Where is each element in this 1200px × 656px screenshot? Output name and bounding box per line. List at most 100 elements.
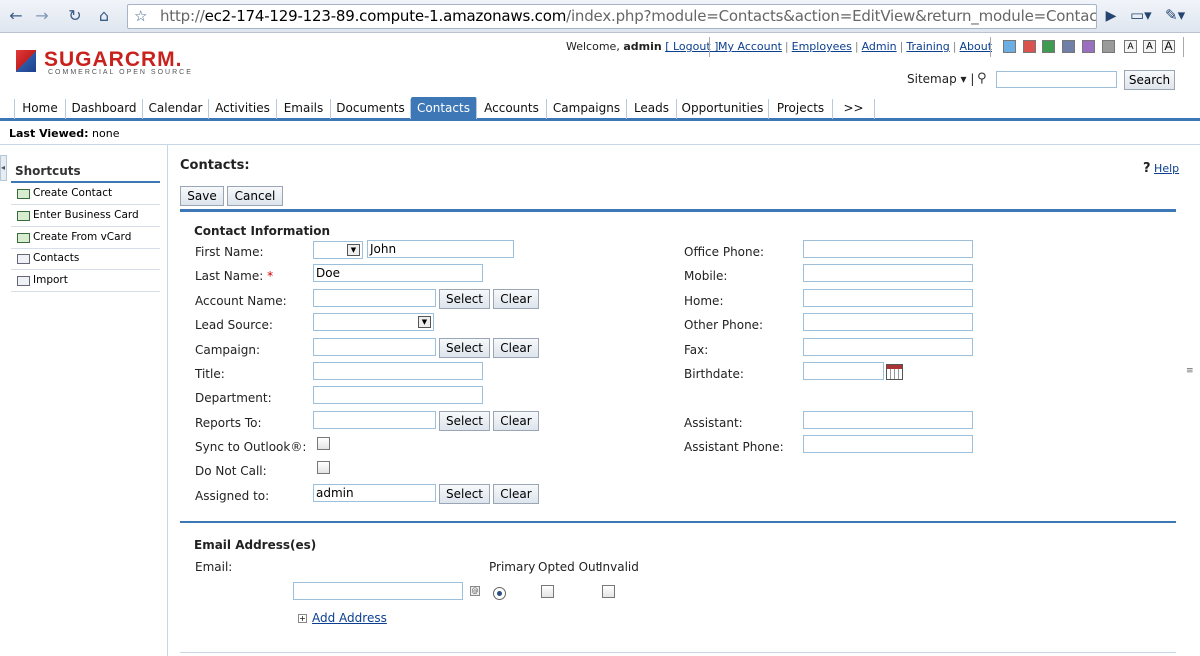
account-clear-button[interactable]: Clear <box>493 289 539 309</box>
last-name-input[interactable]: Doe <box>313 264 483 282</box>
primary-column-label: Primary <box>489 560 536 574</box>
shortcut-contacts[interactable]: Contacts <box>11 248 160 270</box>
tab-calendar[interactable]: Calendar <box>143 99 209 119</box>
birthdate-label: Birthdate: <box>684 367 744 381</box>
other-phone-input[interactable] <box>803 313 973 331</box>
add-address-link[interactable]: + Add Address <box>298 611 387 625</box>
campaign-input[interactable] <box>313 338 436 356</box>
salutation-select[interactable]: ▼ <box>313 241 363 259</box>
invalid-column-label: Invalid <box>599 560 639 574</box>
reports-to-input[interactable] <box>313 411 436 429</box>
divider <box>709 37 710 57</box>
email-input[interactable] <box>293 582 463 600</box>
remove-email-icon[interactable]: @ <box>470 586 480 596</box>
my-account-link[interactable]: My Account <box>718 40 782 53</box>
shortcut-import[interactable]: Import <box>11 270 160 292</box>
font-medium-button[interactable]: A <box>1143 40 1156 53</box>
contact-information-heading: Contact Information <box>194 224 331 238</box>
fax-input[interactable] <box>803 338 973 356</box>
save-button[interactable]: Save <box>180 186 224 206</box>
training-link[interactable]: Training <box>906 40 949 53</box>
assistant-phone-input[interactable] <box>803 435 973 453</box>
calendar-icon[interactable] <box>886 364 903 380</box>
title-label: Title: <box>195 367 225 381</box>
tab-documents[interactable]: Documents <box>331 99 411 119</box>
assigned-to-input[interactable]: admin <box>313 484 436 502</box>
title-input[interactable] <box>313 362 483 380</box>
tab-activities[interactable]: Activities <box>209 99 277 119</box>
other-phone-label: Other Phone: <box>684 318 764 332</box>
about-link[interactable]: About <box>959 40 992 53</box>
top-links: My Account | Employees | Admin | Training | Abou… <box>718 40 993 53</box>
reload-icon[interactable]: ↻ <box>64 5 86 27</box>
font-large-button[interactable]: A <box>1162 40 1175 53</box>
global-search-input[interactable] <box>996 71 1117 88</box>
shortcut-enter-business-card[interactable]: Enter Business Card <box>11 205 160 227</box>
reports-to-clear-button[interactable]: Clear <box>493 411 539 431</box>
go-arrow-icon[interactable]: ▶ <box>1100 5 1122 27</box>
tab-emails[interactable]: Emails <box>277 99 331 119</box>
theme-color-blue[interactable] <box>1003 40 1016 53</box>
back-arrow-icon[interactable]: ← <box>5 5 27 27</box>
assigned-select-button[interactable]: Select <box>439 484 490 504</box>
shortcuts-title: Shortcuts <box>15 164 81 178</box>
url-path: /index.php?module=Contacts&action=EditVi… <box>566 7 1097 25</box>
tab-more[interactable]: >> <box>833 99 875 119</box>
font-small-button[interactable]: A <box>1124 40 1137 53</box>
tab-projects[interactable]: Projects <box>769 99 833 119</box>
reports-to-select-button[interactable]: Select <box>439 411 490 431</box>
assistant-input[interactable] <box>803 411 973 429</box>
logout-link[interactable]: [ Logout ] <box>665 40 718 53</box>
wrench-menu-icon[interactable]: ✎▾ <box>1165 6 1185 24</box>
plus-icon: + <box>298 614 307 623</box>
primary-email-radio[interactable] <box>493 587 506 600</box>
scroll-grip-icon[interactable]: ≡ <box>1186 366 1194 376</box>
sitemap-menu[interactable]: Sitemap ▾ | <box>907 72 974 86</box>
home-phone-input[interactable] <box>803 289 973 307</box>
assigned-clear-button[interactable]: Clear <box>493 484 539 504</box>
address-bar[interactable]: ☆ http://ec2-174-129-123-89.compute-1.ama… <box>127 4 1097 29</box>
help-link[interactable]: ? Help <box>1143 161 1179 176</box>
tab-dashboard[interactable]: Dashboard <box>66 99 143 119</box>
invalid-checkbox[interactable] <box>602 585 615 598</box>
lead-source-select[interactable]: ▼ <box>313 313 434 331</box>
forward-arrow-icon[interactable]: → <box>31 5 53 27</box>
admin-link[interactable]: Admin <box>862 40 897 53</box>
theme-color-purple[interactable] <box>1082 40 1095 53</box>
birthdate-input[interactable] <box>803 362 884 380</box>
tab-leads[interactable]: Leads <box>627 99 677 119</box>
account-select-button[interactable]: Select <box>439 289 490 309</box>
do-not-call-checkbox[interactable] <box>317 461 330 474</box>
tab-campaigns[interactable]: Campaigns <box>547 99 627 119</box>
shortcut-create-contact[interactable]: Create Contact <box>11 183 160 205</box>
help-icon: ? <box>1143 161 1151 176</box>
bookmark-star-icon[interactable]: ☆ <box>134 5 147 28</box>
campaign-clear-button[interactable]: Clear <box>493 338 539 358</box>
theme-color-green[interactable] <box>1042 40 1055 53</box>
mobile-label: Mobile: <box>684 269 728 283</box>
theme-color-slate[interactable] <box>1062 40 1075 53</box>
tab-home[interactable]: Home <box>15 99 66 119</box>
theme-color-red[interactable] <box>1023 40 1036 53</box>
import-icon <box>17 276 30 286</box>
sync-outlook-checkbox[interactable] <box>317 437 330 450</box>
first-name-input[interactable]: John <box>367 240 514 258</box>
account-name-input[interactable] <box>313 289 436 307</box>
theme-color-gray[interactable] <box>1102 40 1115 53</box>
home-icon[interactable]: ⌂ <box>93 5 115 27</box>
do-not-call-label: Do Not Call: <box>195 464 267 478</box>
department-input[interactable] <box>313 386 483 404</box>
opted-out-checkbox[interactable] <box>541 585 554 598</box>
page-menu-icon[interactable]: ▭▾ <box>1130 6 1152 24</box>
search-button[interactable]: Search <box>1124 70 1175 90</box>
tab-opportunities[interactable]: Opportunities <box>677 99 769 119</box>
campaign-select-button[interactable]: Select <box>439 338 490 358</box>
cancel-button[interactable]: Cancel <box>227 186 283 206</box>
tab-contacts[interactable]: Contacts <box>411 97 477 119</box>
collapse-sidebar-handle[interactable]: ◂ <box>0 155 7 181</box>
employees-link[interactable]: Employees <box>792 40 852 53</box>
office-phone-input[interactable] <box>803 240 973 258</box>
shortcut-create-from-vcard[interactable]: Create From vCard <box>11 227 160 249</box>
mobile-input[interactable] <box>803 264 973 282</box>
tab-accounts[interactable]: Accounts <box>477 99 547 119</box>
